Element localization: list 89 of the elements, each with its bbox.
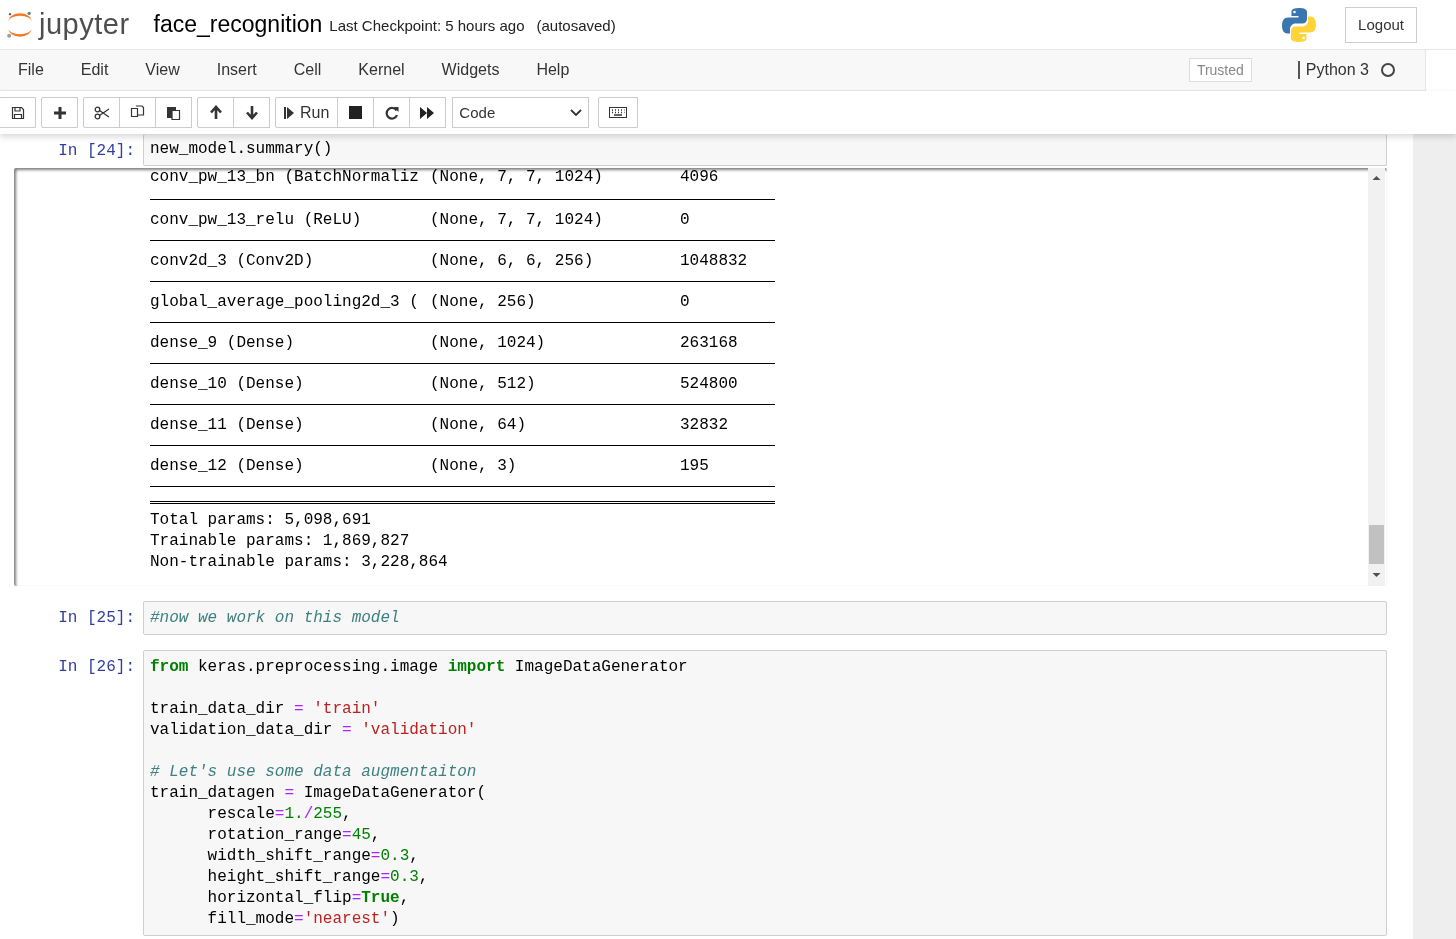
- layer-name: dense_10 (Dense): [150, 375, 305, 393]
- code-line: #now we work on this model: [150, 608, 400, 629]
- arrow-up-icon: [208, 105, 223, 120]
- params-summary-line: Trainable params: 1,869,827: [150, 531, 410, 552]
- param-count: 1048832: [680, 252, 748, 270]
- jupyter-logo-text[interactable]: jupyter: [39, 8, 130, 41]
- trusted-indicator[interactable]: Trusted: [1188, 58, 1252, 82]
- output-dims-text: (None, 7, 7, 1024): [430, 168, 604, 186]
- input-prompt: In [24]:: [57, 141, 136, 162]
- keyboard-shortcuts-button[interactable]: [598, 97, 639, 128]
- code-line: from keras.preprocessing.image import ImageDataGenerator: [150, 657, 688, 678]
- code-line: fill_mode='nearest'): [206, 909, 400, 930]
- code-line: train_datagen = ImageDataGenerator(: [150, 783, 487, 804]
- param-count: 32832: [680, 416, 728, 434]
- save-icon: [10, 105, 25, 120]
- menu-item[interactable]: Cell: [293, 61, 322, 79]
- param-count: 0: [680, 211, 690, 229]
- menu-item[interactable]: File: [18, 61, 44, 79]
- checkpoint-status: Last Checkpoint: 5 hours ago: [329, 17, 525, 34]
- code-line: height_shift_range=0.3,: [206, 867, 429, 888]
- params-summary-line: Non-trainable params: 3,228,864: [150, 552, 448, 573]
- menu-item[interactable]: Insert: [216, 61, 257, 79]
- stop-icon: [349, 106, 363, 119]
- menu-item[interactable]: Widgets: [441, 61, 500, 79]
- layer-name: conv2d_3 (Conv2D): [150, 252, 315, 270]
- param-count: 4096: [680, 168, 719, 186]
- params-summary-line: Total params: 5,098,691: [150, 510, 371, 531]
- code-line: horizontal_flip=True,: [206, 888, 410, 909]
- menu-item[interactable]: Kernel: [358, 61, 405, 79]
- output-dims-text: (None, 256): [430, 293, 537, 311]
- paste-button[interactable]: [155, 97, 192, 128]
- code-editor[interactable]: new_model.summary(): [143, 134, 1387, 166]
- keyboard-icon: [609, 107, 628, 118]
- code-line: train_data_dir = 'train': [150, 699, 381, 720]
- input-prompt: In [25]:: [57, 608, 136, 629]
- clipboard-icon: [166, 105, 181, 120]
- insert-cell-button[interactable]: [41, 97, 78, 128]
- fast-forward-icon: [420, 106, 436, 119]
- kernel-name[interactable]: Python 3: [1297, 61, 1369, 79]
- copy-button[interactable]: [119, 97, 156, 128]
- code-line: width_shift_range=0.3,: [206, 846, 419, 867]
- run-button[interactable]: Run: [275, 97, 339, 128]
- input-prompt: In [26]:: [57, 657, 136, 678]
- logout-button[interactable]: Logout: [1345, 6, 1417, 43]
- code-line: rescale=1./255,: [206, 804, 352, 825]
- param-count: 263168: [680, 334, 738, 352]
- move-down-button[interactable]: [233, 97, 270, 128]
- restart-icon: [384, 105, 399, 120]
- layer-name: dense_12 (Dense): [150, 457, 305, 475]
- python-logo-icon: [1281, 6, 1318, 43]
- run-all-button[interactable]: [409, 97, 447, 128]
- output-dims-text: (None, 1024): [430, 334, 547, 352]
- move-up-button[interactable]: [197, 97, 234, 128]
- code-line: validation_data_dir = 'validation': [150, 720, 477, 741]
- notebook-name[interactable]: face_recognition: [153, 11, 323, 38]
- layer-name: dense_9 (Dense): [150, 334, 296, 352]
- chevron-down-icon: [570, 108, 583, 117]
- output-dims-text: (None, 7, 7, 1024): [430, 211, 604, 229]
- param-count: 0: [680, 293, 690, 311]
- param-count: 524800: [680, 375, 738, 393]
- step-forward-icon: [284, 106, 294, 119]
- code-editor[interactable]: #now we work on this model: [143, 601, 1387, 635]
- layer-name: dense_11 (Dense): [150, 416, 305, 434]
- output-dims-text: (None, 64): [430, 416, 527, 434]
- cell-type-dropdown[interactable]: Code: [452, 97, 590, 128]
- scissors-icon: [93, 105, 110, 120]
- copy-icon: [130, 105, 145, 120]
- restart-button[interactable]: [373, 97, 411, 128]
- menu-item[interactable]: Edit: [80, 61, 109, 79]
- layer-name: conv_pw_13_relu (ReLU): [150, 211, 363, 229]
- code-line: rotation_range=45,: [206, 825, 381, 846]
- scrollbar-drawing[interactable]: [1368, 168, 1385, 586]
- output-dims-text: (None, 6, 6, 256): [430, 252, 595, 270]
- stop-button[interactable]: [337, 97, 375, 128]
- arrow-down-icon: [244, 105, 259, 120]
- menu-item[interactable]: Help: [536, 61, 570, 79]
- code-line: new_model.summary(): [150, 139, 333, 160]
- menu-item[interactable]: View: [145, 61, 180, 79]
- save-button[interactable]: [0, 97, 36, 128]
- plus-icon: [52, 105, 67, 120]
- layer-name: conv_pw_13_bn (BatchNormaliz: [150, 168, 420, 186]
- code-line: # Let's use some data augmentaiton: [150, 762, 477, 783]
- cut-button[interactable]: [83, 97, 120, 128]
- layer-name: global_average_pooling2d_3 (: [150, 293, 420, 311]
- output-dims-text: (None, 512): [430, 375, 537, 393]
- autosave-status: (autosaved): [536, 17, 616, 34]
- code-editor[interactable]: [143, 650, 1387, 936]
- param-count: 195: [680, 457, 709, 475]
- output-dims-text: (None, 3): [430, 457, 518, 475]
